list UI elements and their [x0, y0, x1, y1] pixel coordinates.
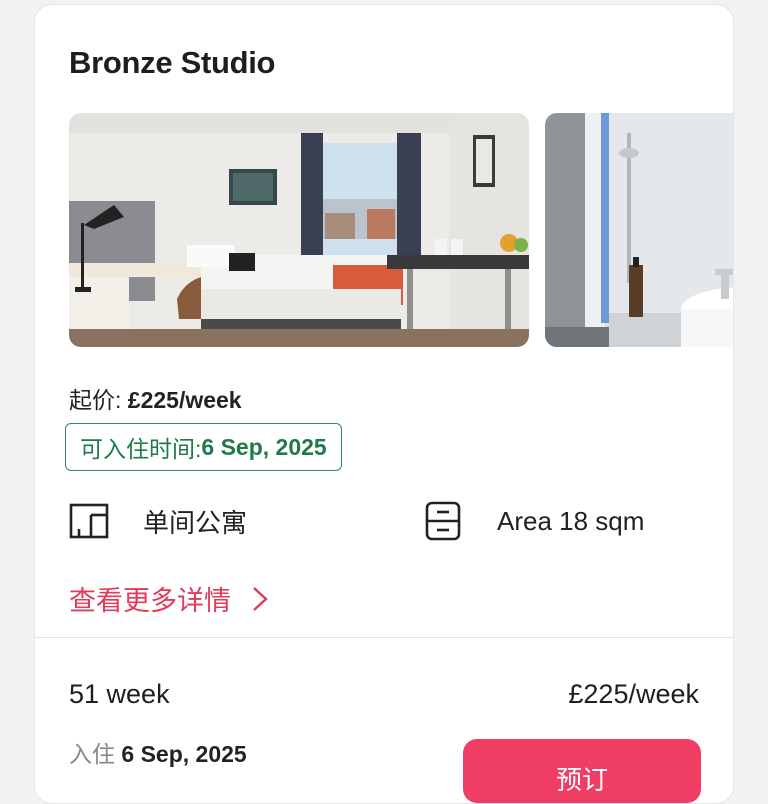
starting-price: 起价: £225/week: [69, 381, 242, 415]
room-title: Bronze Studio: [69, 45, 276, 80]
more-details-label: 查看更多详情: [69, 586, 231, 616]
photo-gallery[interactable]: [69, 113, 733, 349]
feature-area: Area 18 sqm: [423, 501, 644, 541]
room-layout-icon: [69, 503, 109, 539]
tenancy-length: 51 week: [69, 679, 170, 709]
divider: [35, 637, 733, 638]
availability-label: 可入住时间:: [80, 436, 202, 462]
bathroom-photo[interactable]: [545, 113, 733, 347]
availability-badge: 可入住时间: 6 Sep, 2025: [65, 423, 342, 471]
property-card: Bronze Studio 起价: £225/week 可入住时间: 6 Sep…: [34, 4, 734, 804]
price-label: 起价:: [69, 387, 122, 413]
cabinet-icon: [425, 501, 461, 541]
checkin-date: 入住 6 Sep, 2025: [69, 735, 247, 769]
bathroom-photo-image: [545, 113, 733, 347]
bedroom-photo[interactable]: [69, 113, 529, 347]
bedroom-photo-image: [69, 113, 529, 347]
area-label: Area 18 sqm: [497, 505, 645, 536]
room-type-label: 单间公寓: [143, 507, 248, 538]
checkin-value: 6 Sep, 2025: [121, 741, 247, 767]
feature-room-type: 单间公寓: [69, 501, 247, 541]
tenancy-price: £225/week: [568, 679, 699, 709]
price-value: £225/week: [127, 387, 242, 413]
availability-date: 6 Sep, 2025: [201, 433, 327, 460]
book-button[interactable]: 预订: [463, 739, 701, 803]
chevron-right-icon: [253, 586, 268, 611]
checkin-label: 入住: [69, 741, 115, 767]
more-details-link[interactable]: 查看更多详情: [69, 579, 269, 618]
